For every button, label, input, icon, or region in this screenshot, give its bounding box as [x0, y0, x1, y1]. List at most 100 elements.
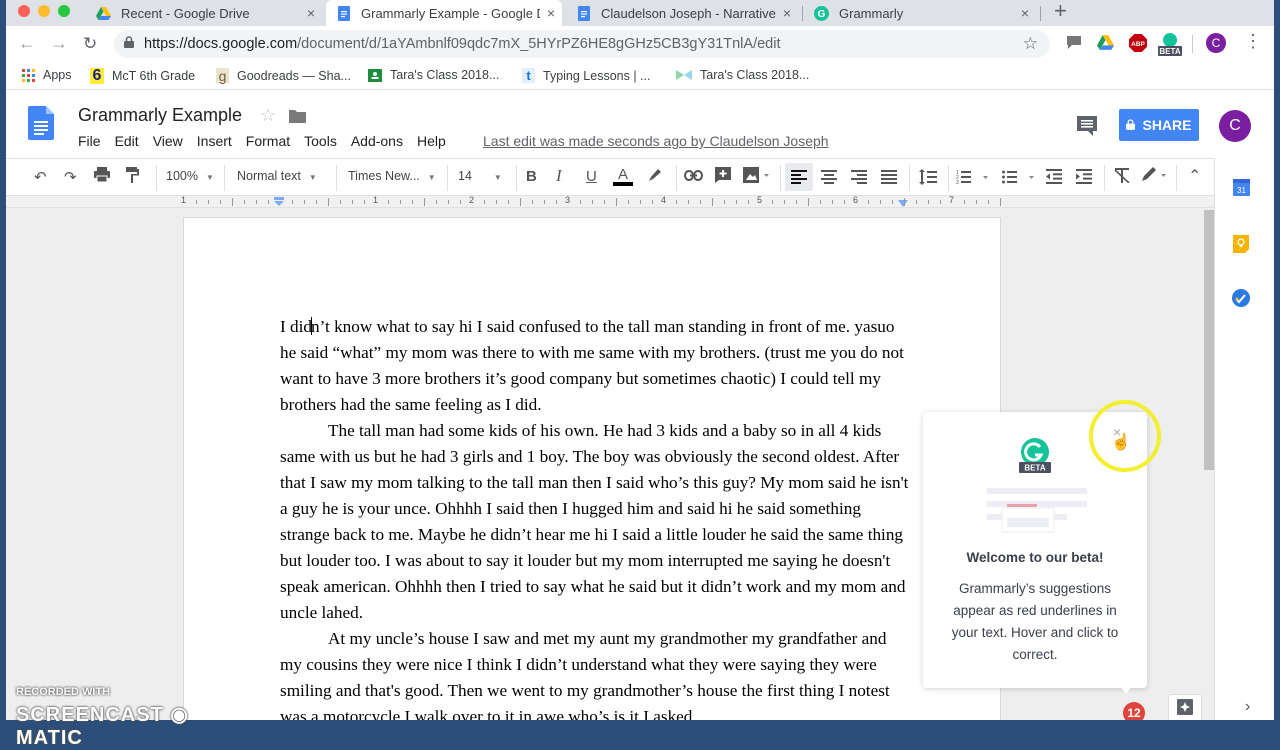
justify-button[interactable] — [881, 170, 897, 188]
menu-edit[interactable]: Edit — [115, 133, 139, 149]
comment-extension-icon[interactable] — [1066, 35, 1082, 55]
align-left-button[interactable] — [791, 170, 807, 188]
insert-link-icon[interactable] — [684, 168, 703, 185]
comments-icon[interactable] — [1077, 116, 1097, 141]
adblock-plus-icon[interactable]: ABP — [1129, 34, 1147, 57]
new-tab-button[interactable]: + — [1054, 0, 1067, 24]
ruler-tick — [772, 200, 773, 204]
paint-format-icon[interactable] — [126, 167, 139, 187]
align-right-button[interactable] — [851, 170, 867, 188]
explore-button[interactable] — [1168, 694, 1202, 720]
more-menu-icon[interactable]: ⋮ — [1244, 32, 1262, 50]
paragraph-style-select[interactable]: Normal text ▼ — [237, 169, 317, 183]
expand-panel-icon[interactable]: › — [1245, 698, 1250, 716]
tab-grammarly-example[interactable]: Grammarly Example - Google D × — [326, 0, 562, 26]
menu-file[interactable]: File — [78, 133, 101, 149]
close-tab-icon[interactable]: × — [776, 5, 798, 21]
ruler-tick — [196, 200, 197, 204]
editing-mode-icon[interactable] — [1140, 167, 1168, 187]
maximize-window-button[interactable] — [58, 5, 70, 17]
font-size-select[interactable]: 14 ▼ — [458, 169, 502, 183]
close-window-button[interactable] — [18, 5, 30, 17]
document-title[interactable]: Grammarly Example — [78, 105, 242, 126]
redo-icon[interactable]: ↷ — [64, 168, 77, 186]
back-button[interactable]: ← — [18, 33, 36, 54]
star-icon[interactable]: ☆ — [260, 105, 276, 126]
clear-formatting-icon[interactable] — [1114, 168, 1130, 187]
grammarly-beta-icon[interactable]: BETA — [1156, 30, 1184, 58]
right-indent-marker[interactable] — [898, 199, 908, 207]
bookmark-goodreads[interactable]: g Goodreads — Sha... — [216, 68, 351, 84]
horizontal-ruler[interactable]: 1 1 2 3 4 5 6 7 — [6, 195, 1214, 208]
grammarly-issue-count-badge[interactable]: 12 — [1123, 702, 1145, 720]
menu-insert[interactable]: Insert — [197, 133, 232, 149]
ruler-tick — [208, 200, 209, 204]
ruler-tick — [880, 200, 881, 204]
google-docs-logo-icon[interactable] — [28, 106, 54, 145]
forward-button[interactable]: → — [50, 33, 68, 54]
address-bar[interactable]: https://docs.google.com/document/d/1aYAm… — [114, 30, 1050, 58]
bookmark-taras-class-2[interactable]: Tara's Class 2018... — [676, 68, 809, 82]
keep-icon[interactable] — [1233, 235, 1249, 258]
tab-grammarly[interactable]: G Grammarly × — [804, 0, 1036, 26]
menu-view[interactable]: View — [153, 133, 183, 149]
bulleted-list-icon[interactable] — [1002, 169, 1036, 189]
ruler-tick — [520, 198, 521, 206]
bookmark-apps[interactable]: Apps — [22, 68, 72, 82]
align-center-button[interactable] — [821, 170, 837, 188]
folder-icon[interactable] — [289, 109, 306, 128]
print-icon[interactable] — [94, 167, 110, 186]
reload-button[interactable]: ↻ — [83, 34, 97, 54]
menu-tools[interactable]: Tools — [304, 133, 337, 149]
vertical-scrollbar[interactable] — [1204, 210, 1214, 470]
svg-text:G: G — [818, 9, 826, 20]
ruler-number: 7 — [949, 195, 955, 205]
last-edit-link[interactable]: Last edit was made seconds ago by Claude… — [483, 133, 829, 149]
menu-help[interactable]: Help — [417, 133, 446, 149]
tab-google-drive[interactable]: Recent - Google Drive × — [86, 0, 322, 26]
line-spacing-icon[interactable] — [919, 169, 937, 189]
decrease-indent-icon[interactable] — [1046, 169, 1062, 188]
bookmark-typing-lessons[interactable]: t Typing Lessons | ... — [522, 68, 650, 83]
tab-narrative[interactable]: Claudelson Joseph - Narrative × — [566, 0, 798, 26]
collapse-menus-icon[interactable]: ⌃ — [1188, 166, 1201, 186]
account-avatar[interactable]: C — [1219, 110, 1251, 142]
ruler-tick — [784, 200, 785, 204]
left-indent-marker[interactable] — [274, 197, 284, 206]
google-drive-icon[interactable] — [1097, 35, 1114, 55]
bookmark-label: Apps — [43, 68, 72, 82]
profile-avatar[interactable]: C — [1206, 33, 1226, 53]
bookmark-star-icon[interactable]: ☆ — [1023, 34, 1038, 54]
share-button[interactable]: SHARE — [1119, 109, 1199, 141]
highlight-color-icon[interactable] — [648, 167, 663, 186]
undo-icon[interactable]: ↶ — [34, 168, 47, 186]
minimize-window-button[interactable] — [38, 5, 50, 17]
ruler-tick — [736, 200, 737, 204]
document-page[interactable]: I didn’t know what to say hi I said conf… — [184, 218, 1000, 720]
close-tab-icon[interactable]: × — [300, 5, 322, 21]
close-tab-icon[interactable]: × — [540, 5, 562, 21]
zoom-select[interactable]: 100% ▼ — [166, 169, 214, 183]
ruler-tick — [400, 200, 401, 204]
underline-button[interactable]: U — [586, 168, 597, 185]
insert-comment-icon[interactable] — [715, 167, 731, 187]
tasks-icon[interactable] — [1232, 289, 1250, 312]
google-classroom-icon — [368, 68, 382, 82]
font-select[interactable]: Times New... ▼ — [348, 169, 436, 183]
insert-image-icon[interactable] — [743, 167, 769, 187]
close-tab-icon[interactable]: × — [1014, 5, 1036, 21]
ruler-tick — [328, 198, 329, 206]
bold-button[interactable]: B — [526, 168, 537, 185]
menu-format[interactable]: Format — [246, 133, 290, 149]
text-color-button[interactable]: A — [613, 165, 633, 191]
numbered-list-icon[interactable]: 123 — [956, 169, 990, 189]
document-body[interactable]: I didn’t know what to say hi I said conf… — [280, 314, 912, 720]
paragraph-text: n’t know what to say hi I said confused … — [280, 317, 904, 414]
bookmark-mct-6th-grade[interactable]: 6 McT 6th Grade — [90, 67, 195, 84]
calendar-icon[interactable]: 31 — [1233, 179, 1250, 201]
ruler-number: 2 — [469, 195, 475, 205]
increase-indent-icon[interactable] — [1076, 169, 1092, 188]
bookmark-taras-class-1[interactable]: Tara's Class 2018... — [368, 68, 499, 82]
menu-add-ons[interactable]: Add-ons — [351, 133, 403, 149]
italic-button[interactable]: I — [556, 166, 562, 186]
